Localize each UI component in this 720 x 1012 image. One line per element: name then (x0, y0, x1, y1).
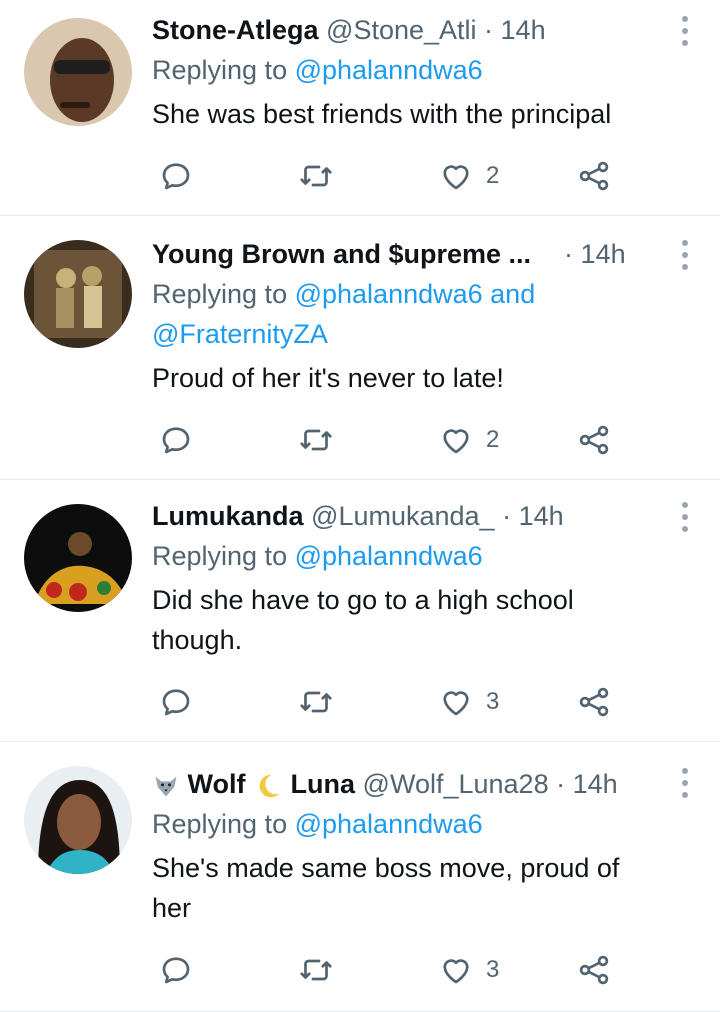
mention-link[interactable]: @phalanndwa6 (295, 279, 483, 309)
like-button[interactable]: 3 (438, 950, 499, 990)
mention-link[interactable]: @FraternityZA (152, 319, 328, 349)
display-name-suffix[interactable]: Luna (291, 769, 356, 799)
separator: · (548, 769, 573, 799)
retweet-button[interactable] (298, 682, 334, 722)
user-handle[interactable]: @Wolf_Luna28 (363, 769, 549, 799)
reply-button[interactable] (158, 156, 194, 196)
avatar[interactable] (24, 766, 132, 874)
tweet-header: Wolf Luna @Wolf_Luna28 · 14h (152, 766, 670, 802)
tweet-text-line: her (152, 893, 192, 923)
tweet[interactable]: Wolf Luna @Wolf_Luna28 · 14h Replying to… (0, 742, 720, 1012)
action-bar: 3 (152, 950, 632, 990)
like-icon (443, 429, 469, 454)
replying-to: Replying to @phalanndwa6 and @Fraternity… (152, 274, 670, 354)
separator: · (476, 15, 501, 45)
mention-link[interactable]: @phalanndwa6 (295, 55, 483, 85)
retweet-icon (300, 165, 332, 187)
retweet-button[interactable] (298, 420, 334, 460)
reply-button[interactable] (158, 682, 194, 722)
action-bar: 2 (152, 156, 632, 196)
tweet-header: Stone-Atlega @Stone_Atli · 14h (152, 12, 670, 48)
tweet-header: Lumukanda @Lumukanda_ · 14h (152, 498, 670, 534)
display-name[interactable]: Young Brown and $upreme ... (152, 239, 531, 269)
like-count: 2 (486, 426, 500, 453)
share-icon (579, 425, 609, 455)
share-button[interactable] (576, 420, 612, 460)
tweet-header: Young Brown and $upreme ... · 14h (152, 236, 670, 272)
like-count: 3 (486, 688, 500, 715)
tweet-text-line: She was best friends with the principal (152, 99, 612, 129)
reply-button[interactable] (158, 420, 194, 460)
tweet-text-line: though. (152, 625, 243, 655)
avatar[interactable] (24, 504, 132, 612)
tweet-text: She was best friends with the principal (152, 94, 670, 134)
separator: · (494, 501, 519, 531)
action-bar: 2 (152, 420, 632, 460)
retweet-button[interactable] (298, 156, 334, 196)
retweet-button[interactable] (298, 950, 334, 990)
share-icon (579, 161, 609, 191)
tweet-text: Proud of her it's never to late! (152, 358, 670, 398)
replying-prefix: Replying to (152, 279, 295, 309)
tweet-text-line: Did she have to go to a high school (152, 585, 574, 615)
replying-to: Replying to @phalanndwa6 (152, 50, 670, 90)
reply-icon (162, 427, 190, 454)
share-button[interactable] (576, 950, 612, 990)
like-icon (443, 165, 469, 190)
display-name[interactable]: Lumukanda (152, 501, 304, 531)
more-options-icon[interactable] (680, 502, 690, 532)
reply-button[interactable] (158, 950, 194, 990)
user-handle[interactable]: @Lumukanda_ (311, 501, 495, 531)
tweet-text: She's made same boss move, proud of her (152, 848, 670, 928)
like-count: 3 (486, 956, 500, 983)
timestamp[interactable]: 14h (581, 239, 626, 269)
mention-link[interactable]: @phalanndwa6 (295, 541, 483, 571)
like-button[interactable]: 2 (438, 156, 499, 196)
tweet-text-line: Proud of her it's never to late! (152, 363, 504, 393)
replying-to: Replying to @phalanndwa6 (152, 536, 670, 576)
timestamp[interactable]: 14h (519, 501, 564, 531)
more-options-icon[interactable] (680, 16, 690, 46)
display-name[interactable]: Wolf (188, 769, 246, 799)
share-button[interactable] (576, 682, 612, 722)
mention-link[interactable]: @phalanndwa6 (295, 809, 483, 839)
like-icon (443, 691, 469, 716)
reply-feed: Stone-Atlega @Stone_Atli · 14h Replying … (0, 0, 720, 1012)
avatar[interactable] (24, 18, 132, 126)
timestamp[interactable]: 14h (501, 15, 546, 45)
retweet-icon (300, 691, 332, 713)
retweet-icon (300, 959, 332, 981)
reply-icon (162, 163, 190, 190)
replying-prefix: Replying to (152, 541, 295, 571)
like-count: 2 (486, 162, 500, 189)
display-name[interactable]: Stone-Atlega (152, 15, 319, 45)
crescent-moon-icon (259, 774, 280, 798)
tweet[interactable]: Stone-Atlega @Stone_Atli · 14h Replying … (0, 0, 720, 216)
tweet[interactable]: Lumukanda @Lumukanda_ · 14h Replying to … (0, 480, 720, 742)
like-button[interactable]: 3 (438, 682, 499, 722)
replying-to: Replying to @phalanndwa6 (152, 804, 670, 844)
mention-joiner: and (482, 279, 536, 309)
user-handle[interactable]: @Stone_Atli (326, 15, 477, 45)
tweet-text-line: She's made same boss move, proud of (152, 853, 620, 883)
share-icon (579, 955, 609, 985)
replying-prefix: Replying to (152, 809, 295, 839)
like-icon (443, 959, 469, 984)
separator: · (556, 239, 581, 269)
replying-prefix: Replying to (152, 55, 295, 85)
more-options-icon[interactable] (680, 768, 690, 798)
wolf-emoji-icon (155, 776, 177, 797)
tweet[interactable]: Young Brown and $upreme ... · 14h Replyi… (0, 216, 720, 480)
share-button[interactable] (576, 156, 612, 196)
reply-icon (162, 689, 190, 716)
like-button[interactable]: 2 (438, 420, 499, 460)
avatar[interactable] (24, 240, 132, 348)
timestamp[interactable]: 14h (573, 769, 618, 799)
more-options-icon[interactable] (680, 240, 690, 270)
reply-icon (162, 957, 190, 984)
retweet-icon (300, 429, 332, 451)
share-icon (579, 687, 609, 717)
action-bar: 3 (152, 682, 632, 722)
tweet-text: Did she have to go to a high school thou… (152, 580, 670, 660)
